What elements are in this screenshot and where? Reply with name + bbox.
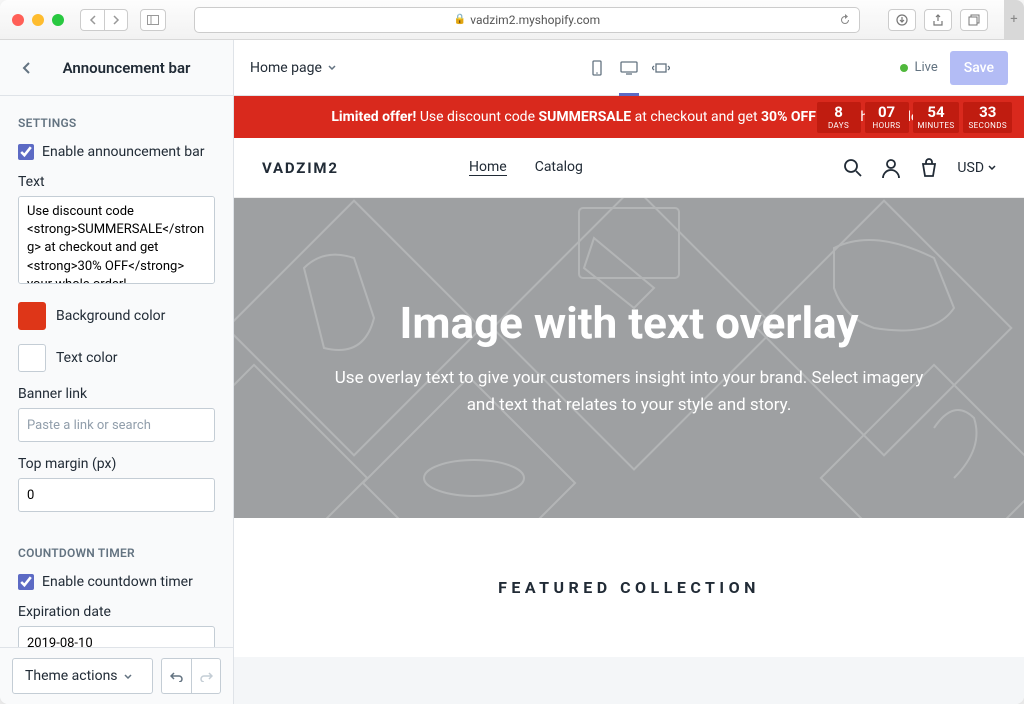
save-button[interactable]: Save (950, 51, 1008, 85)
hero-section[interactable]: Image with text overlay Use overlay text… (234, 198, 1024, 518)
enable-countdown-input[interactable] (18, 574, 34, 590)
enable-countdown-checkbox[interactable]: Enable countdown timer (18, 574, 215, 590)
account-icon[interactable] (881, 158, 901, 178)
undo-redo-group (161, 658, 221, 694)
countdown-section-header: COUNTDOWN TIMER (0, 526, 233, 574)
featured-title: FEATURED COLLECTION (234, 578, 1024, 597)
store-header: VADZIM2 Home Catalog (234, 138, 1024, 198)
fullwidth-view-button[interactable] (647, 54, 675, 82)
text-label: Text (18, 174, 215, 190)
lock-icon: 🔒 (454, 14, 466, 25)
background-color-field[interactable]: Background color (18, 302, 215, 330)
expiration-date-input[interactable] (18, 626, 215, 647)
new-tab-button[interactable]: + (1004, 0, 1024, 40)
live-dot-icon (900, 64, 908, 72)
downloads-button[interactable] (888, 9, 916, 31)
url-bar[interactable]: 🔒 vadzim2.myshopify.com (194, 7, 860, 33)
countdown-minutes: 54 MINUTES (913, 102, 960, 133)
live-status: Live (900, 60, 937, 75)
tabs-button[interactable] (960, 9, 988, 31)
text-color-field[interactable]: Text color (18, 344, 215, 372)
editor-topbar: Home page Li (234, 40, 1024, 96)
reload-icon[interactable] (839, 14, 851, 26)
featured-section: FEATURED COLLECTION (234, 518, 1024, 657)
mobile-view-button[interactable] (583, 54, 611, 82)
browser-nav-buttons (80, 9, 128, 31)
desktop-view-button[interactable] (615, 54, 643, 82)
countdown-seconds: 33 SECONDS (963, 102, 1012, 133)
share-button[interactable] (924, 9, 952, 31)
window-maximize-button[interactable] (52, 14, 64, 26)
sidebar-footer: Theme actions (0, 647, 233, 704)
settings-section-header: SETTINGS (0, 96, 233, 144)
countdown-days: 8 DAYS (817, 102, 861, 133)
sidebar-title: Announcement bar (36, 59, 217, 77)
back-button[interactable] (80, 9, 104, 31)
enable-announcement-input[interactable] (18, 144, 34, 160)
announcement-text-input[interactable] (18, 196, 215, 284)
store-logo[interactable]: VADZIM2 (262, 159, 339, 177)
hero-decorations (234, 198, 1024, 518)
browser-sidebar-button[interactable] (140, 9, 166, 31)
main-area: Home page Li (234, 40, 1024, 704)
device-switcher (583, 54, 675, 82)
top-margin-input[interactable] (18, 478, 215, 512)
top-margin-label: Top margin (px) (18, 456, 215, 472)
countdown-hours: 07 HOURS (865, 102, 909, 133)
nav-link-catalog[interactable]: Catalog (535, 159, 583, 176)
window-close-button[interactable] (12, 14, 24, 26)
currency-selector[interactable]: USD (957, 160, 996, 176)
banner-link-input[interactable] (18, 408, 215, 442)
redo-button[interactable] (191, 658, 221, 694)
url-text: vadzim2.myshopify.com (470, 13, 600, 27)
announcement-bar[interactable]: Limited offer! Use discount code SUMMERS… (234, 96, 1024, 138)
window-minimize-button[interactable] (32, 14, 44, 26)
settings-sidebar: Announcement bar SETTINGS Enable announc… (0, 40, 234, 704)
background-color-swatch[interactable] (18, 302, 46, 330)
page-dropdown[interactable]: Home page (250, 60, 336, 76)
banner-link-label: Banner link (18, 386, 215, 402)
browser-chrome: 🔒 vadzim2.myshopify.com + (0, 0, 1024, 40)
forward-button[interactable] (104, 9, 128, 31)
nav-link-home[interactable]: Home (469, 159, 507, 176)
browser-actions (888, 9, 988, 31)
sidebar-header: Announcement bar (0, 40, 233, 96)
text-color-swatch[interactable] (18, 344, 46, 372)
preview-pane: Limited offer! Use discount code SUMMERS… (234, 96, 1024, 704)
sidebar-back-button[interactable] (16, 58, 36, 78)
undo-button[interactable] (161, 658, 191, 694)
expiration-date-label: Expiration date (18, 604, 215, 620)
store-icons: USD (843, 158, 996, 178)
traffic-lights (12, 14, 64, 26)
cart-icon[interactable] (919, 158, 939, 178)
enable-announcement-checkbox[interactable]: Enable announcement bar (18, 144, 215, 160)
countdown-timer: 8 DAYS 07 HOURS 54 MINUTES (817, 102, 1012, 133)
search-icon[interactable] (843, 158, 863, 178)
theme-actions-button[interactable]: Theme actions (12, 658, 153, 694)
store-nav: Home Catalog (469, 159, 583, 176)
